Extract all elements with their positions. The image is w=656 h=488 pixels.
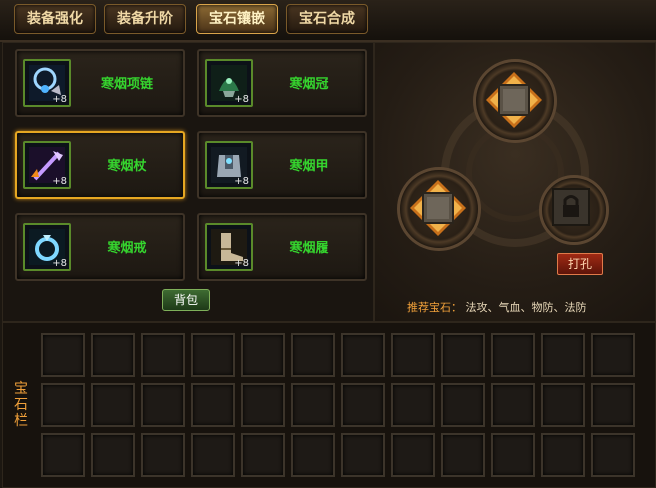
equip-necklace[interactable]: +8 寒烟项链 [15, 49, 185, 117]
gem-inventory-cell[interactable] [441, 333, 485, 377]
gem-inventory-cell[interactable] [591, 333, 635, 377]
tab-equip-advance[interactable]: 装备升阶 [104, 4, 186, 34]
gem-bar-label: 宝石栏 [14, 381, 28, 429]
level-badge: +8 [52, 94, 67, 105]
gem-inventory-cell[interactable] [291, 333, 335, 377]
tab-gem-inlay[interactable]: 宝石镶嵌 [196, 4, 278, 34]
level-badge: +8 [52, 258, 67, 269]
gem-inventory-cell[interactable] [241, 383, 285, 427]
level-badge: +8 [234, 176, 249, 187]
equip-helmet[interactable]: +8 寒烟冠 [197, 49, 367, 117]
tab-gem-synthesis[interactable]: 宝石合成 [286, 4, 368, 34]
punch-hole-button[interactable]: 打孔 [557, 253, 603, 275]
gem-socket-top[interactable] [485, 71, 543, 129]
gem-inventory-cell[interactable] [491, 383, 535, 427]
gem-inventory-cell[interactable] [341, 333, 385, 377]
gem-inventory-cell[interactable] [191, 333, 235, 377]
gem-inventory-cell[interactable] [591, 383, 635, 427]
gem-inventory-cell[interactable] [491, 433, 535, 477]
equip-boots[interactable]: +8 寒烟履 [197, 213, 367, 281]
equip-name: 寒烟项链 [100, 77, 153, 92]
equip-slot: +8 [23, 223, 71, 271]
equip-slot: +8 [23, 59, 71, 107]
gem-inventory-cell[interactable] [241, 433, 285, 477]
gem-inventory-cell[interactable] [491, 333, 535, 377]
gem-inventory-cell[interactable] [291, 433, 335, 477]
gem-inventory-cell[interactable] [341, 433, 385, 477]
recommend-value: 法攻、气血、物防、法防 [465, 301, 587, 314]
socket-panel: 打孔 推荐宝石： 法攻、气血、物防、法防 [374, 42, 656, 322]
equip-slot: +8 [205, 59, 253, 107]
equip-slot: +8 [23, 141, 71, 189]
bag-button[interactable]: 背包 [162, 289, 210, 311]
gem-inventory-cell[interactable] [191, 383, 235, 427]
tab-bar: 装备强化 装备升阶 宝石镶嵌 宝石合成 [0, 0, 656, 42]
level-badge: +8 [234, 94, 249, 105]
gem-inventory-cell[interactable] [191, 433, 235, 477]
gem-socket-left[interactable] [409, 179, 467, 237]
equip-ring[interactable]: +8 寒烟戒 [15, 213, 185, 281]
gem-inventory-cell[interactable] [541, 433, 585, 477]
equip-name: 寒烟杖 [107, 159, 147, 174]
recommended-gems: 推荐宝石： 法攻、气血、物防、法防 [407, 299, 587, 315]
tab-equip-enhance[interactable]: 装备强化 [14, 4, 96, 34]
gem-inventory-cell[interactable] [391, 433, 435, 477]
locked-socket[interactable] [551, 187, 591, 227]
recommend-label: 推荐宝石： [407, 301, 462, 314]
gem-inventory-cell[interactable] [91, 333, 135, 377]
equip-name: 寒烟冠 [289, 77, 329, 92]
gem-inventory-cell[interactable] [141, 383, 185, 427]
gem-inventory-cell[interactable] [441, 383, 485, 427]
equip-slot: +8 [205, 141, 253, 189]
gem-inventory-cell[interactable] [41, 333, 85, 377]
gem-inventory: 宝石栏 [2, 322, 656, 488]
gem-inventory-cell[interactable] [291, 383, 335, 427]
gem-inventory-cell[interactable] [591, 433, 635, 477]
equip-staff[interactable]: +8 寒烟杖 [15, 131, 185, 199]
gem-inventory-cell[interactable] [441, 433, 485, 477]
gem-inventory-cell[interactable] [341, 383, 385, 427]
level-badge: +8 [52, 176, 67, 187]
equip-name: 寒烟履 [289, 241, 329, 256]
level-badge: +8 [234, 258, 249, 269]
gem-inventory-cell[interactable] [391, 333, 435, 377]
equipment-panel: +8 寒烟项链 +8 寒烟冠 +8 寒烟杖 +8 寒烟甲 +8 寒烟戒 +8 寒… [2, 42, 374, 322]
gem-inventory-cell[interactable] [141, 333, 185, 377]
gem-inventory-cell[interactable] [391, 383, 435, 427]
gem-inventory-cell[interactable] [141, 433, 185, 477]
gem-inventory-cell[interactable] [41, 433, 85, 477]
equip-armor[interactable]: +8 寒烟甲 [197, 131, 367, 199]
gem-inventory-cell[interactable] [91, 383, 135, 427]
equip-slot: +8 [205, 223, 253, 271]
equip-name: 寒烟甲 [289, 159, 329, 174]
gem-inventory-cell[interactable] [541, 333, 585, 377]
gem-inventory-cell[interactable] [41, 383, 85, 427]
gem-inventory-cell[interactable] [541, 383, 585, 427]
equip-name: 寒烟戒 [107, 241, 147, 256]
gem-inventory-cell[interactable] [241, 333, 285, 377]
gem-inventory-cell[interactable] [91, 433, 135, 477]
